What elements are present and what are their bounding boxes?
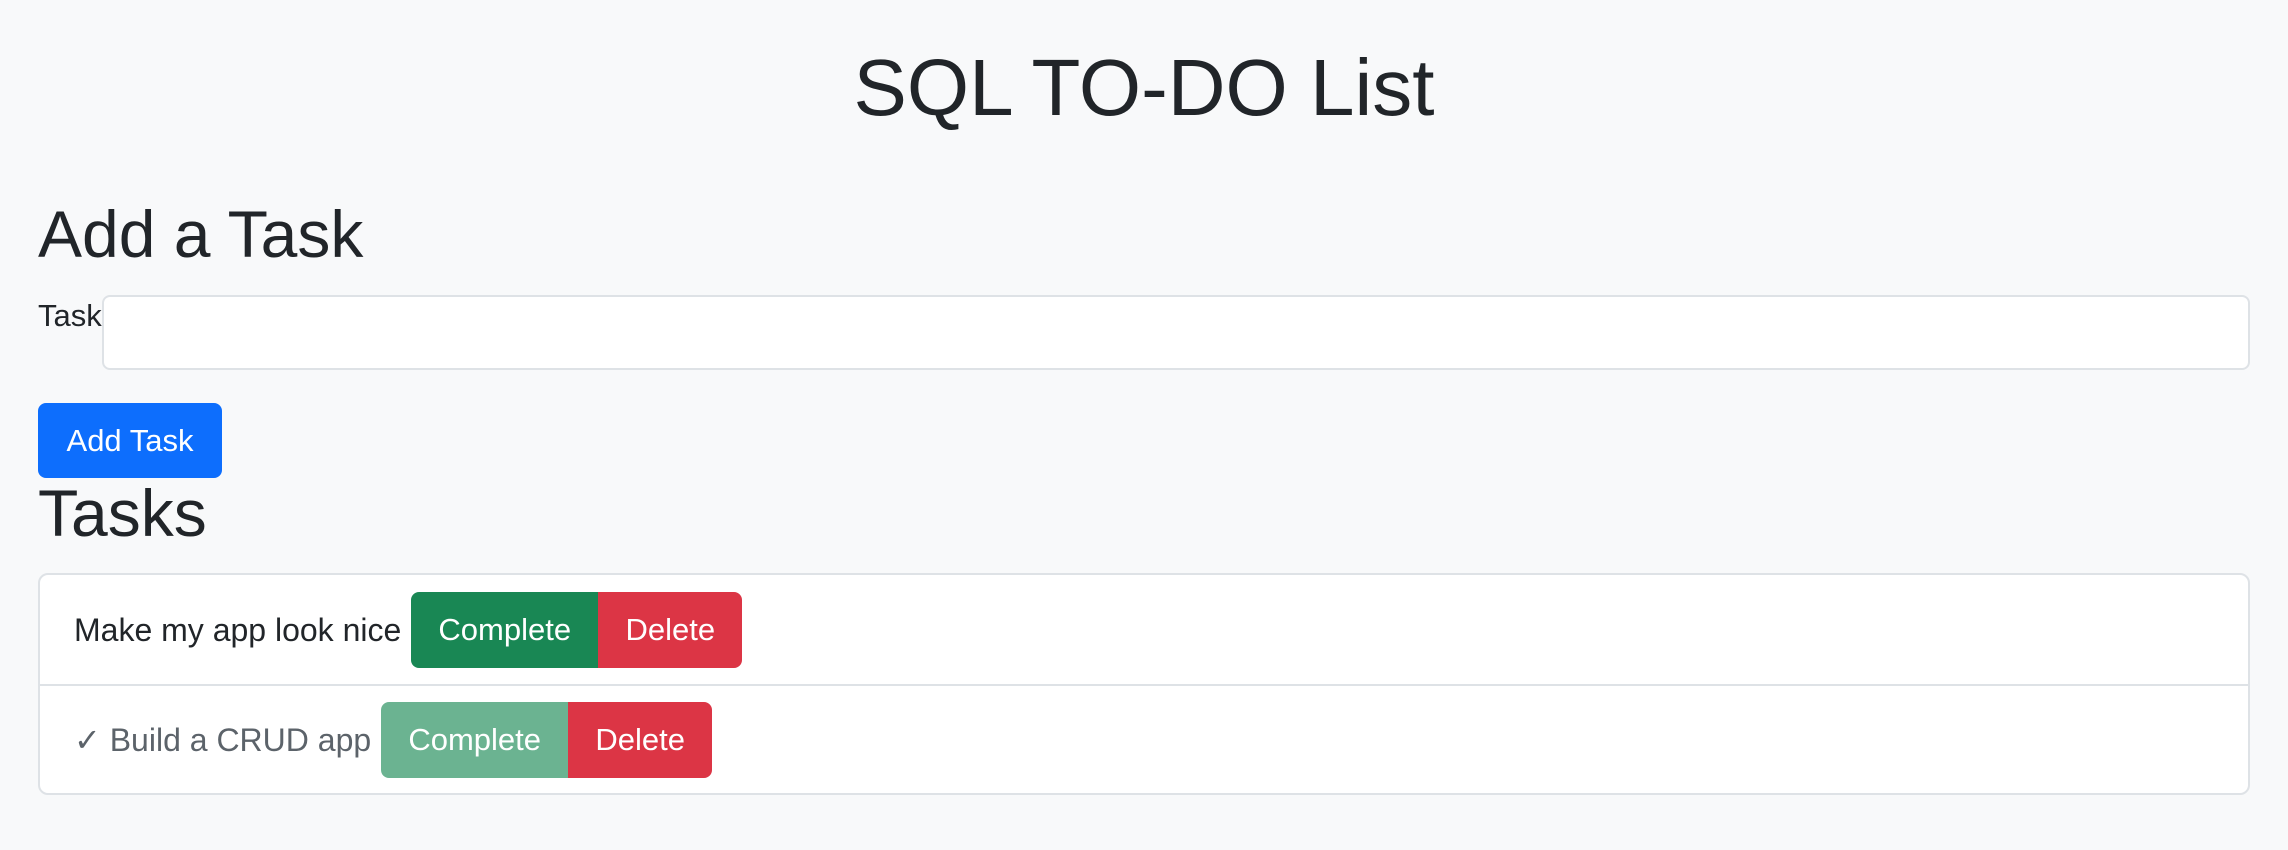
- complete-button[interactable]: Complete: [411, 591, 599, 668]
- task-input-label: Task: [38, 298, 102, 333]
- delete-button[interactable]: Delete: [568, 701, 713, 778]
- delete-button[interactable]: Delete: [598, 591, 743, 668]
- task-actions: Complete Delete: [381, 701, 713, 778]
- task-text: ✓ Build a CRUD app: [74, 721, 372, 758]
- add-task-button[interactable]: Add Task: [38, 403, 222, 478]
- task-actions: Complete Delete: [411, 591, 743, 668]
- task-row: Make my app look nice Complete Delete: [40, 575, 2248, 684]
- task-input[interactable]: [102, 295, 2250, 370]
- page-title: SQL TO-DO List: [853, 43, 1435, 132]
- page: SQL TO-DO List Add a Task Task Add Task …: [0, 0, 2288, 850]
- add-task-heading: Add a Task: [38, 197, 364, 271]
- task-list: Make my app look nice Complete Delete ✓ …: [38, 573, 2250, 795]
- task-row: ✓ Build a CRUD app Complete Delete: [40, 684, 2248, 793]
- complete-button[interactable]: Complete: [381, 701, 569, 778]
- tasks-heading: Tasks: [38, 476, 207, 550]
- task-text: Make my app look nice: [74, 611, 402, 648]
